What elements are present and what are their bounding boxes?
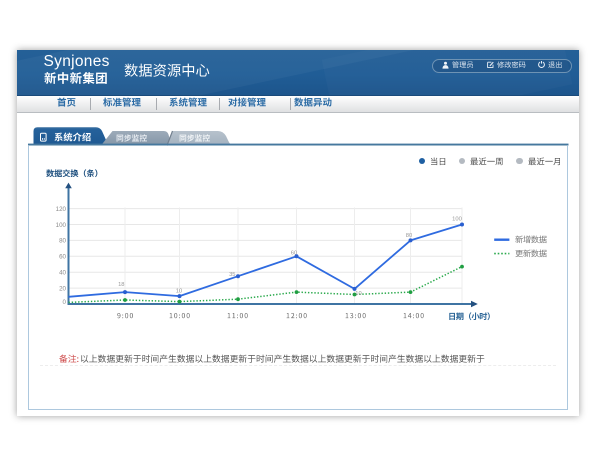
- svg-text:10: 10: [176, 289, 182, 295]
- svg-text:100: 100: [56, 222, 67, 229]
- svg-text:40: 40: [59, 270, 66, 277]
- svg-text:35: 35: [229, 272, 235, 278]
- svg-text:18: 18: [118, 282, 124, 288]
- svg-text:20: 20: [59, 285, 66, 292]
- svg-text:10: 10: [355, 291, 361, 297]
- svg-text:100: 100: [452, 217, 462, 223]
- svg-text:0: 0: [63, 299, 67, 306]
- svg-text:60: 60: [59, 254, 66, 261]
- svg-text:80: 80: [59, 238, 66, 245]
- svg-text:60: 60: [291, 251, 297, 257]
- svg-text:120: 120: [56, 206, 67, 213]
- svg-text:80: 80: [406, 233, 412, 239]
